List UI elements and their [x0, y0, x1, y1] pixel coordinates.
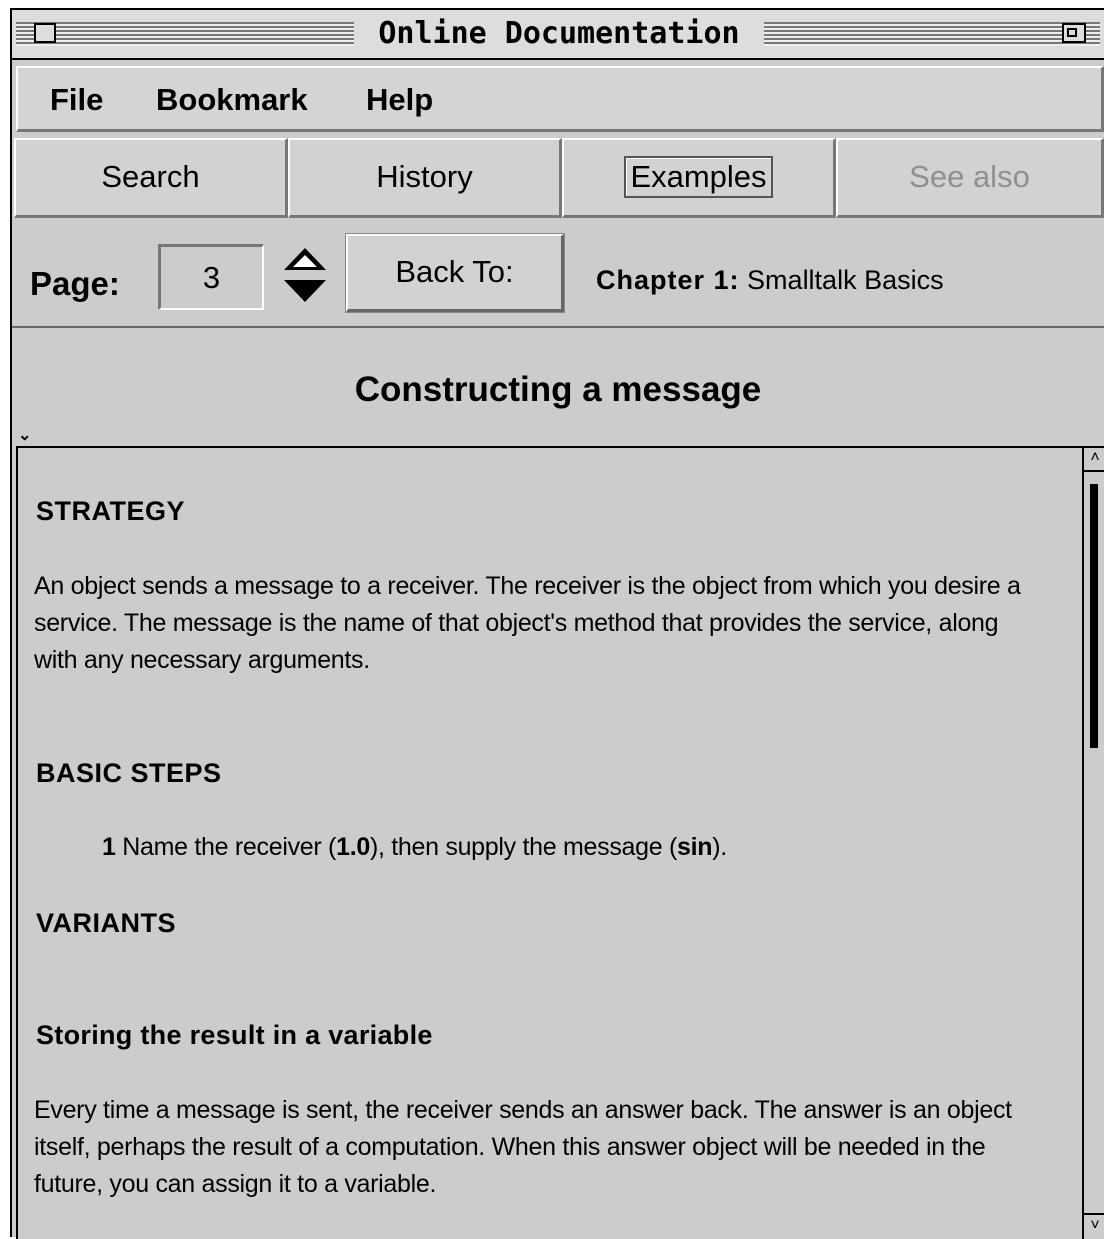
examples-button-label: Examples	[624, 156, 773, 198]
search-button-label: Search	[101, 159, 200, 194]
history-button-label: History	[376, 159, 473, 194]
menu-help[interactable]: Help	[366, 82, 433, 118]
step-text-after: ).	[712, 833, 727, 861]
step-number: 1	[102, 833, 116, 861]
online-documentation-window: Online Documentation File Bookmark Help …	[10, 8, 1104, 1239]
strategy-text: An object sends a message to a receiver.…	[34, 572, 1021, 674]
title-stripes-right	[764, 22, 1100, 46]
history-button[interactable]: History	[288, 138, 562, 218]
title-stripes-left	[16, 22, 354, 46]
window-title: Online Documentation	[354, 14, 764, 54]
storing-text: Every time a message is sent, the receiv…	[34, 1096, 1012, 1198]
page-number-field[interactable]: 3	[158, 244, 264, 310]
menu-bookmark[interactable]: Bookmark	[156, 82, 308, 118]
topic-title: Constructing a message	[354, 370, 762, 409]
chapter-prefix: Chapter 1:	[596, 265, 740, 295]
see-also-button[interactable]: See also	[836, 138, 1104, 218]
zoom-box-icon[interactable]	[1062, 23, 1086, 43]
back-to-button[interactable]: Back To:	[345, 233, 565, 313]
vertical-scrollbar[interactable]: ˄ ˅	[1082, 446, 1104, 1239]
strategy-heading: STRATEGY	[36, 496, 186, 526]
page-label: Page:	[30, 265, 120, 302]
search-button[interactable]: Search	[14, 138, 288, 218]
scroll-down-arrow-icon[interactable]: ˅	[1084, 1213, 1104, 1239]
storing-heading: Storing the result in a variable	[36, 1020, 433, 1050]
content-pane[interactable]: STRATEGY An object sends a message to a …	[16, 446, 1082, 1239]
see-also-button-label: See also	[909, 159, 1030, 194]
nav-separator	[12, 326, 1104, 328]
receiver-code: 1.0	[336, 833, 370, 861]
variants-heading: VARIANTS	[36, 908, 177, 938]
message-code: sin	[677, 833, 713, 861]
scroll-thumb[interactable]	[1090, 484, 1098, 748]
chapter-indicator: Chapter 1: Smalltalk Basics	[596, 260, 944, 300]
title-bar[interactable]: Online Documentation	[12, 10, 1104, 60]
chapter-name: Smalltalk Basics	[747, 265, 944, 295]
step-text-middle: ), then supply the message (	[369, 833, 677, 861]
back-to-label: Back To:	[395, 254, 514, 289]
menu-bar: File Bookmark Help	[16, 66, 1104, 132]
menu-file[interactable]: File	[50, 82, 103, 118]
close-box-icon[interactable]	[34, 23, 56, 43]
scroll-up-arrow-icon[interactable]: ˄	[1084, 448, 1104, 472]
basic-steps-heading: BASIC STEPS	[36, 758, 222, 788]
step-text-before: Name the receiver (	[122, 833, 337, 861]
up-down-arrows-icon	[284, 248, 326, 302]
page-stepper[interactable]	[282, 246, 328, 304]
examples-button[interactable]: Examples	[562, 138, 836, 218]
step-item: 1 Name the receiver (1.0), then supply t…	[102, 830, 727, 864]
zoom-inner-icon	[1067, 28, 1077, 37]
pane-split-chevron-icon[interactable]: ⌄	[18, 428, 31, 444]
